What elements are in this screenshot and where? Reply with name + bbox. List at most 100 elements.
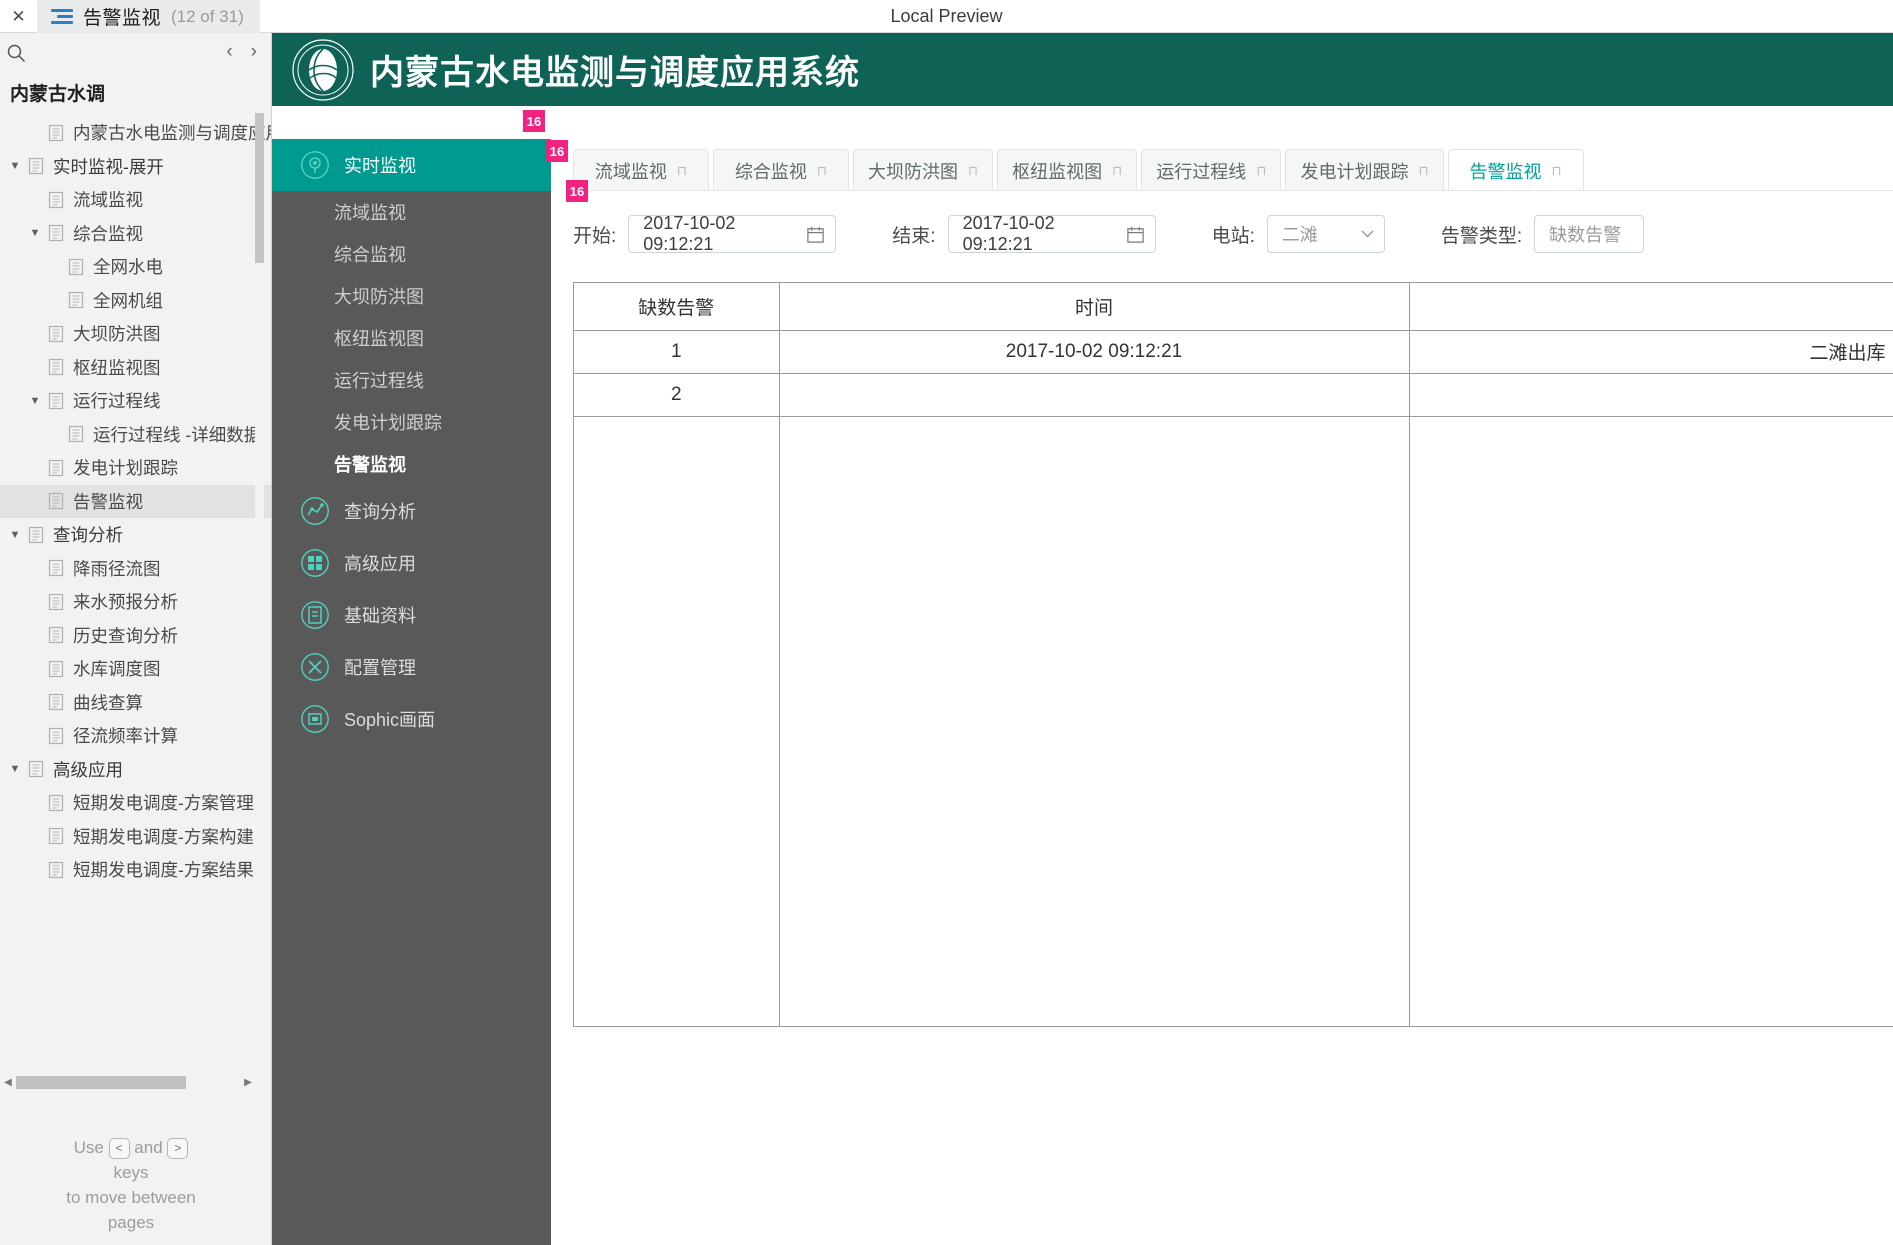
content-tab[interactable]: 综合监视 ⊓ (713, 149, 849, 191)
content-tab[interactable]: 发电计划跟踪 ⊓ (1285, 149, 1444, 191)
document-icon (48, 392, 64, 409)
outline-item[interactable]: 发电计划跟踪 (0, 451, 271, 485)
table-row[interactable]: 2 (574, 373, 1893, 417)
outline-item[interactable]: 短期发电调度-方案管理 (0, 786, 271, 820)
close-icon[interactable]: ✕ (0, 0, 37, 33)
document-icon (48, 828, 64, 845)
content-tab[interactable]: 大坝防洪图 ⊓ (853, 149, 994, 191)
content-tab[interactable]: 枢纽监视图 ⊓ (997, 149, 1138, 191)
measure-badge: 16 (546, 140, 568, 162)
outline-item[interactable]: 全网水电 (0, 250, 271, 284)
outline-item[interactable]: 内蒙古水电监测与调度应用 (0, 116, 271, 150)
outline-item[interactable]: 告警监视 (0, 484, 271, 518)
hint-and: and (134, 1138, 163, 1157)
calendar-icon[interactable] (806, 225, 825, 244)
sidenav-sub-item[interactable]: 流域监视 (272, 191, 551, 233)
close-icon[interactable]: ⊓ (1256, 163, 1266, 179)
outline-item-label: 短期发电调度-方案管理 (73, 793, 254, 814)
outline-item[interactable]: 曲线查算 (0, 686, 271, 720)
outline-item[interactable]: ▼ 高级应用 (0, 753, 271, 787)
hint-use: Use (73, 1138, 104, 1157)
close-icon[interactable]: ⊓ (1552, 163, 1562, 179)
sidenav-sub-item[interactable]: 综合监视 (272, 233, 551, 275)
outline-item[interactable]: 运行过程线 -详细数据 (0, 418, 271, 452)
sidenav-group[interactable]: 高级应用 (272, 537, 551, 589)
twisty-icon[interactable]: ▼ (24, 395, 46, 407)
outline-item[interactable]: 流域监视 (0, 183, 271, 217)
scroll-right-icon[interactable]: ▶ (240, 1077, 256, 1088)
outline-item-label: 全网水电 (93, 257, 163, 278)
start-date-value: 2017-10-02 09:12:21 (643, 213, 736, 254)
station-label: 电站: (1211, 225, 1255, 247)
viewer-topbar: ✕ 告警监视 (12 of 31) Local Preview (0, 0, 1893, 33)
outline-item-label: 水库调度图 (73, 659, 161, 680)
close-icon[interactable]: ⊓ (677, 163, 687, 179)
end-date-input[interactable]: 2017-10-02 09:12:21 (947, 213, 1156, 254)
sidenav-group[interactable]: 基础资料 (272, 589, 551, 641)
scroll-thumb[interactable] (16, 1075, 186, 1089)
content-tab-label: 综合监视 (734, 161, 807, 182)
prev-page-icon[interactable]: ‹ (226, 41, 232, 63)
sidenav-group-label: 实时监视 (344, 156, 416, 176)
calendar-icon[interactable] (1126, 225, 1145, 244)
search-icon[interactable] (6, 43, 26, 63)
document-icon (48, 225, 64, 242)
sidenav-group[interactable]: 查询分析 (272, 485, 551, 537)
alarm-table: 缺数告警 时间 1 2017-10-02 09:12:21 二滩出库 2 (574, 283, 1893, 1027)
outline-item[interactable]: 径流频率计算 (0, 719, 271, 753)
end-date-value: 2017-10-02 09:12:21 (962, 213, 1055, 254)
twisty-icon[interactable]: ▼ (24, 227, 46, 239)
twisty-icon[interactable]: ▼ (4, 763, 26, 775)
twisty-icon[interactable]: ▼ (4, 160, 26, 172)
outline-item[interactable]: 大坝防洪图 (0, 317, 271, 351)
outline-item[interactable]: ▼ 运行过程线 (0, 384, 271, 418)
close-icon[interactable]: ⊓ (1418, 163, 1428, 179)
sidenav-group[interactable]: 实时监视 (272, 139, 551, 191)
scroll-left-icon[interactable]: ◀ (0, 1077, 16, 1088)
content-tab[interactable]: 运行过程线 ⊓ (1141, 149, 1282, 191)
close-icon[interactable]: ⊓ (968, 163, 978, 179)
content-tab[interactable]: 告警监视 ⊓ (1447, 149, 1584, 191)
outline-horizontal-scrollbar[interactable]: ◀ ▶ (0, 1071, 256, 1093)
close-icon[interactable]: ⊓ (817, 163, 827, 179)
viewer-tab-title: 告警监视 (83, 8, 162, 29)
outline-item[interactable]: ▼ 查询分析 (0, 518, 271, 552)
content-tab-label: 大坝防洪图 (868, 161, 958, 182)
document-icon (48, 727, 64, 744)
start-date-input[interactable]: 2017-10-02 09:12:21 (628, 213, 837, 254)
sidenav-sub-item[interactable]: 运行过程线 (272, 359, 551, 401)
close-icon[interactable]: ⊓ (1112, 163, 1122, 179)
outline-item[interactable]: 降雨径流图 (0, 552, 271, 586)
key-prev: < (108, 1138, 130, 1160)
alarm-type-select[interactable]: 缺数告警 (1534, 215, 1645, 253)
outline-item[interactable]: 全网机组 (0, 284, 271, 318)
outline-item[interactable]: 短期发电调度-方案构建 (0, 820, 271, 854)
outline-item[interactable]: ▼ 综合监视 (0, 217, 271, 251)
table-row[interactable]: 1 2017-10-02 09:12:21 二滩出库 (574, 330, 1893, 374)
document-icon (48, 493, 64, 510)
outline-item[interactable]: 历史查询分析 (0, 619, 271, 653)
outline-item[interactable]: ▼ 实时监视-展开 (0, 150, 271, 184)
outline-item[interactable]: 来水预报分析 (0, 585, 271, 619)
content-tab[interactable]: 流域监视 ⊓ (573, 149, 709, 191)
col-header-time: 时间 (779, 283, 1410, 331)
viewer-tab[interactable]: 告警监视 (12 of 31) (37, 0, 260, 33)
sidenav-group[interactable]: Sophic画面 (272, 693, 551, 745)
hint-line3: to move between (66, 1188, 196, 1207)
advanced-apps-icon (301, 549, 329, 577)
outline-item[interactable]: 水库调度图 (0, 652, 271, 686)
sidenav-sub-item[interactable]: 枢纽监视图 (272, 317, 551, 359)
twisty-icon[interactable]: ▼ (4, 529, 26, 541)
next-page-icon[interactable]: › (251, 41, 257, 63)
station-select[interactable]: 二滩 (1266, 215, 1385, 253)
outline-item[interactable]: 短期发电调度-方案结果 (0, 853, 271, 887)
sidenav-sub-item[interactable]: 发电计划跟踪 (272, 401, 551, 443)
outline-item-label: 大坝防洪图 (73, 324, 161, 345)
hamburger-icon[interactable] (51, 8, 73, 25)
outline-item[interactable]: 枢纽监视图 (0, 351, 271, 385)
sidenav-sub-item[interactable]: 大坝防洪图 (272, 275, 551, 317)
outline-vertical-scrollbar[interactable] (255, 113, 264, 873)
document-icon (48, 794, 64, 811)
sidenav-group[interactable]: 配置管理 (272, 641, 551, 693)
sidenav-sub-item[interactable]: 告警监视 (272, 443, 551, 485)
